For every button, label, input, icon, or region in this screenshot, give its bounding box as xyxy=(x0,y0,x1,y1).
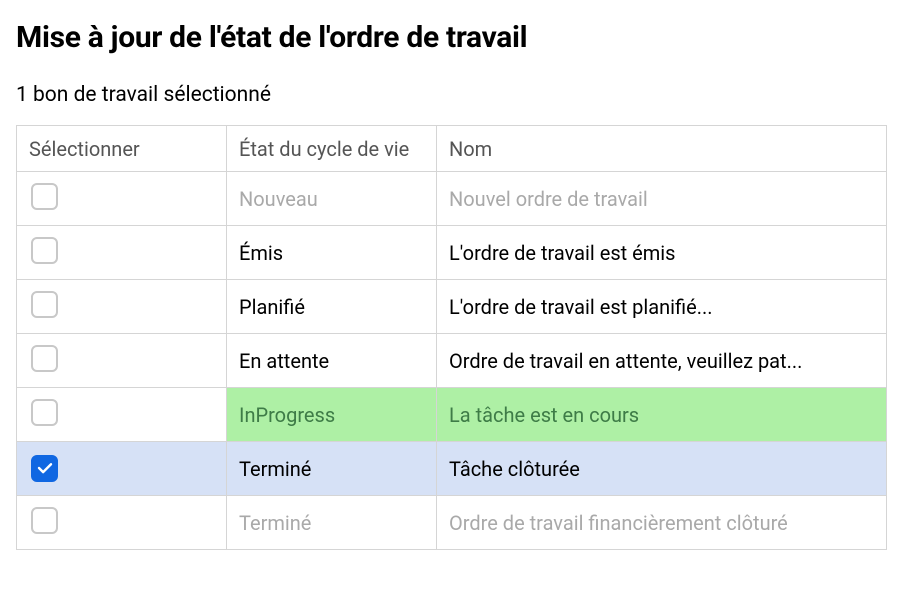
table-row: PlanifiéL'ordre de travail est planifié.… xyxy=(17,280,887,334)
select-checkbox[interactable] xyxy=(31,183,58,210)
cell-select xyxy=(17,226,227,280)
cell-state: InProgress xyxy=(227,388,437,442)
cell-select xyxy=(17,172,227,226)
select-checkbox[interactable] xyxy=(31,237,58,264)
cell-state: Nouveau xyxy=(227,172,437,226)
cell-name: Nouvel ordre de travail xyxy=(437,172,887,226)
table-row: En attenteOrdre de travail en attente, v… xyxy=(17,334,887,388)
cell-state: Émis xyxy=(227,226,437,280)
cell-name: La tâche est en cours xyxy=(437,388,887,442)
cell-state: Terminé xyxy=(227,496,437,550)
select-checkbox[interactable] xyxy=(31,507,58,534)
cell-select xyxy=(17,280,227,334)
cell-state: Planifié xyxy=(227,280,437,334)
cell-select xyxy=(17,388,227,442)
header-name: Nom xyxy=(437,126,887,172)
header-select: Sélectionner xyxy=(17,126,227,172)
select-checkbox[interactable] xyxy=(31,345,58,372)
select-checkbox[interactable] xyxy=(31,455,58,482)
cell-name: Tâche clôturée xyxy=(437,442,887,496)
table-header-row: Sélectionner État du cycle de vie Nom xyxy=(17,126,887,172)
cell-name: L'ordre de travail est émis xyxy=(437,226,887,280)
select-checkbox[interactable] xyxy=(31,399,58,426)
cell-select xyxy=(17,496,227,550)
selection-count: 1 bon de travail sélectionné xyxy=(16,83,881,107)
cell-select xyxy=(17,442,227,496)
header-state: État du cycle de vie xyxy=(227,126,437,172)
table-row: TerminéTâche clôturée xyxy=(17,442,887,496)
cell-name: Ordre de travail en attente, veuillez pa… xyxy=(437,334,887,388)
cell-name: L'ordre de travail est planifié... xyxy=(437,280,887,334)
cell-select xyxy=(17,334,227,388)
page-title: Mise à jour de l'état de l'ordre de trav… xyxy=(16,20,881,55)
select-checkbox[interactable] xyxy=(31,291,58,318)
table-row: TerminéOrdre de travail financièrement c… xyxy=(17,496,887,550)
cell-name: Ordre de travail financièrement clôturé xyxy=(437,496,887,550)
table-row: NouveauNouvel ordre de travail xyxy=(17,172,887,226)
table-row: InProgressLa tâche est en cours xyxy=(17,388,887,442)
work-order-state-table: Sélectionner État du cycle de vie Nom No… xyxy=(16,125,887,550)
table-row: ÉmisL'ordre de travail est émis xyxy=(17,226,887,280)
cell-state: Terminé xyxy=(227,442,437,496)
cell-state: En attente xyxy=(227,334,437,388)
